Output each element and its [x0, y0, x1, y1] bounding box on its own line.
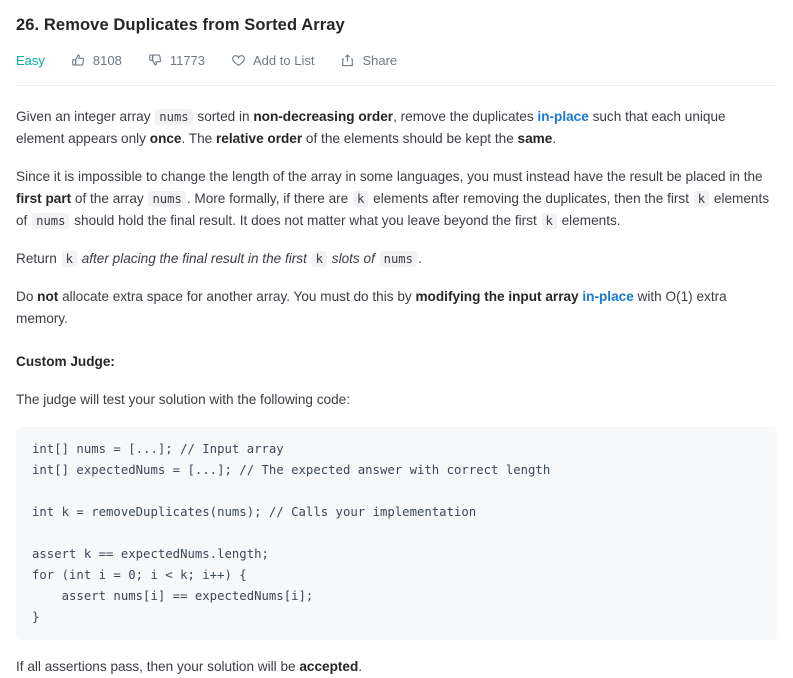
italic-fragment: slots of	[328, 251, 379, 267]
text-fragment: elements.	[557, 213, 621, 229]
code-line: assert nums[i] == expectedNums[i];	[32, 589, 314, 604]
description-paragraph-4: Do not allocate extra space for another …	[16, 286, 777, 330]
inline-code-k: k	[61, 251, 77, 268]
dislike-count: 11773	[169, 52, 206, 68]
add-to-list-label: Add to List	[253, 52, 315, 68]
code-line: }	[32, 610, 40, 625]
description-paragraph-6: If all assertions pass, then your soluti…	[16, 656, 777, 678]
inline-code-nums: nums	[148, 191, 186, 208]
description-paragraph-5: The judge will test your solution with t…	[16, 392, 350, 408]
italic-fragment: after placing the final result in the fi…	[77, 251, 311, 267]
text-fragment: . The	[181, 131, 217, 147]
thumbs-down-icon	[148, 53, 163, 68]
inline-code-k: k	[693, 191, 710, 208]
like-count: 8108	[92, 52, 122, 68]
code-sample-text: int[] nums = [...]; // Input array int[] …	[32, 439, 763, 628]
description-paragraph-2: Since it is impossible to change the len…	[16, 166, 777, 232]
share-label: Share	[362, 52, 398, 68]
problem-page: 26. Remove Duplicates from Sorted Array …	[0, 14, 793, 678]
text-fragment: . More formally, if there are	[186, 191, 353, 207]
code-line: for (int i = 0; i < k; i++) {	[32, 568, 247, 583]
heart-icon	[231, 53, 246, 68]
like-button[interactable]: 8108	[71, 53, 122, 68]
text-fragment: of the elements should be kept the	[302, 131, 518, 147]
inline-code-k: k	[353, 191, 369, 208]
text-fragment: elements after removing the duplicates, …	[369, 191, 693, 207]
code-line: int k = removeDuplicates(nums); // Calls…	[32, 505, 477, 520]
dislike-button[interactable]: 11773	[148, 53, 205, 68]
difficulty-badge: Easy	[16, 52, 45, 68]
text-fragment: If all assertions pass, then your soluti…	[16, 659, 300, 675]
text-fragment: Return	[16, 251, 61, 267]
inline-code-nums: nums	[155, 109, 193, 126]
inline-code-k: k	[311, 251, 327, 268]
inline-code-k: k	[541, 213, 557, 230]
add-to-list-button[interactable]: Add to List	[231, 53, 314, 68]
inline-code-nums: nums	[32, 213, 70, 230]
bold-accepted: accepted	[299, 659, 359, 675]
share-button[interactable]: Share	[340, 53, 397, 68]
problem-meta-row: Easy 8108 11773 Add to List Share	[16, 49, 777, 71]
share-icon	[340, 53, 355, 68]
bold-same: same	[517, 131, 553, 147]
text-fragment: should hold the final result. It does no…	[70, 213, 541, 229]
in-place-link[interactable]: in-place	[582, 289, 633, 304]
bold-once: once	[149, 131, 182, 147]
description-paragraph-3: Return k after placing the final result …	[16, 248, 777, 270]
text-fragment: .	[358, 659, 363, 675]
description-paragraph-1: Given an integer array nums sorted in no…	[16, 106, 777, 150]
text-fragment: of the array	[71, 191, 148, 207]
bold-modifying-input-array: modifying the input array	[415, 289, 583, 305]
in-place-link[interactable]: in-place	[537, 109, 588, 124]
text-fragment: sorted in	[193, 109, 254, 125]
text-fragment: Given an integer array	[16, 109, 155, 125]
page-title: 26. Remove Duplicates from Sorted Array	[16, 16, 345, 34]
bold-relative-order: relative order	[216, 131, 303, 147]
text-fragment: .	[417, 251, 422, 267]
text-fragment: Since it is impossible to change the len…	[16, 169, 763, 185]
code-line: int[] expectedNums = [...]; // The expec…	[32, 463, 551, 478]
text-fragment: .	[552, 131, 557, 147]
text-fragment: allocate extra space for another array. …	[58, 289, 416, 305]
custom-judge-heading: Custom Judge:	[16, 354, 115, 370]
bold-first-part: first part	[16, 191, 72, 207]
text-fragment: Do	[16, 289, 38, 305]
text-fragment: , remove the duplicates	[393, 109, 538, 125]
bold-non-decreasing-order: non-decreasing order	[253, 109, 394, 125]
code-sample-block: int[] nums = [...]; // Input array int[] …	[16, 427, 777, 641]
code-line: int[] nums = [...]; // Input array	[32, 442, 284, 457]
thumbs-up-icon	[71, 53, 86, 68]
inline-code-nums: nums	[379, 251, 417, 268]
problem-description: Given an integer array nums sorted in no…	[16, 86, 777, 678]
bold-not: not	[37, 289, 59, 305]
code-line: assert k == expectedNums.length;	[32, 547, 269, 562]
